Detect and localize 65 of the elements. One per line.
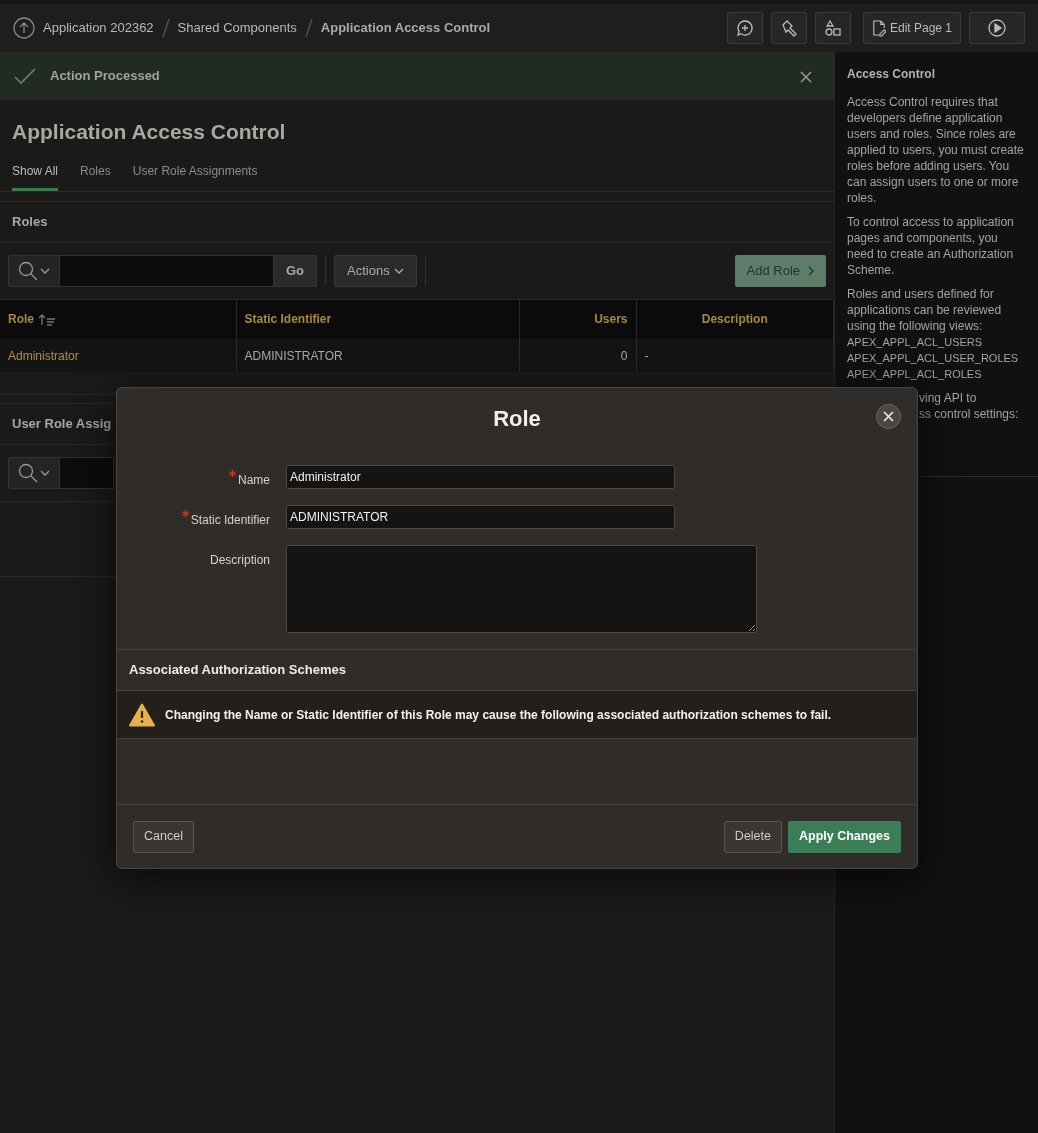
help-text: ving API to [919, 390, 977, 406]
caret-icon [40, 267, 50, 274]
field-label: Static Identifier [190, 513, 270, 527]
text-field[interactable]: Administrator [286, 465, 675, 489]
table-cell: - [636, 339, 834, 372]
caret-icon [40, 470, 50, 476]
breadcrumb-separator-icon [304, 18, 313, 38]
breadcrumb-link[interactable]: Application Access Control [320, 18, 491, 38]
view-name: APEX_APPL_ACL_USERS [847, 335, 984, 350]
close-button[interactable] [876, 404, 901, 429]
warning-icon [129, 702, 155, 727]
speech-bubble-plus-icon [736, 19, 754, 37]
help-text: Access Control requires that developers define application users and roles. Since roles are applied to users, you must create roles before adding users. You can assign users to one or more roles. [847, 94, 1025, 206]
alert-message: Action Processed [50, 67, 160, 86]
tab[interactable]: User Role Assignments [132, 161, 258, 191]
breadcrumb-link[interactable]: Shared Components [177, 18, 297, 38]
shapes-icon [824, 19, 842, 37]
breadcrumb-link[interactable]: Application 202362 [43, 18, 154, 38]
warning-message: Changing the Name or Static Identifier of this Role may cause the following associated authorization schemes to fail. [165, 706, 832, 724]
column-header[interactable]: Static Identifier [236, 299, 519, 339]
view-name: APEX_APPL_ACL_ROLES [847, 367, 983, 382]
search-field[interactable] [60, 254, 274, 287]
search-icon [18, 463, 38, 483]
dialog-title: Role [493, 404, 541, 433]
flashlight-icon [780, 19, 798, 37]
dialog-button[interactable]: Apply Changes [788, 820, 901, 853]
region-title: Roles [0, 201, 834, 243]
comment-button[interactable] [727, 12, 763, 44]
run-button[interactable] [969, 12, 1025, 44]
help-text: ss control settings: [919, 406, 1019, 422]
table-cell: 0 [519, 339, 636, 372]
tab[interactable]: Show All [12, 161, 59, 191]
edit-page-button[interactable]: Edit Page 1 [863, 12, 961, 44]
dialog-button[interactable]: Cancel [133, 820, 194, 853]
text-field[interactable]: ADMINISTRATOR [286, 505, 675, 529]
help-text: Roles and users defined for applications can be reviewed using the following views: [847, 286, 1003, 334]
actions-button[interactable]: Actions [334, 254, 417, 287]
view-name: APEX_APPL_ACL_USER_ROLES [847, 351, 1020, 366]
search-menu-button[interactable] [8, 457, 60, 489]
column-header[interactable]: Description [636, 299, 834, 339]
column-header[interactable]: Users [519, 299, 636, 339]
column-header[interactable]: Role [0, 299, 236, 339]
close-icon [800, 70, 812, 83]
flashlight-button[interactable] [771, 12, 807, 44]
play-icon [988, 19, 1006, 37]
chevron-right-icon [808, 265, 814, 276]
search-field[interactable] [60, 457, 114, 489]
page-edit-icon [872, 19, 886, 37]
shapes-button[interactable] [815, 12, 851, 44]
go-button[interactable]: Go [274, 254, 318, 287]
help-text: To control access to application pages and components, you need to create an Authorization Scheme. [847, 214, 1015, 278]
help-title: Access Control [847, 66, 937, 82]
dialog-button[interactable]: Delete [723, 820, 782, 853]
checkmark-icon [14, 67, 36, 85]
field-label: Description [209, 553, 270, 567]
search-icon [18, 260, 38, 281]
role-link[interactable]: Administrator [0, 339, 236, 372]
table-cell: ADMINISTRATOR [236, 339, 519, 372]
page-title: Application Access Control [12, 119, 287, 145]
tab[interactable]: Roles [80, 161, 111, 191]
field-label: Name [238, 473, 270, 487]
close-icon [883, 411, 894, 422]
breadcrumb-separator-icon [161, 18, 170, 38]
search-menu-button[interactable] [8, 254, 60, 287]
caret-icon [393, 267, 404, 274]
